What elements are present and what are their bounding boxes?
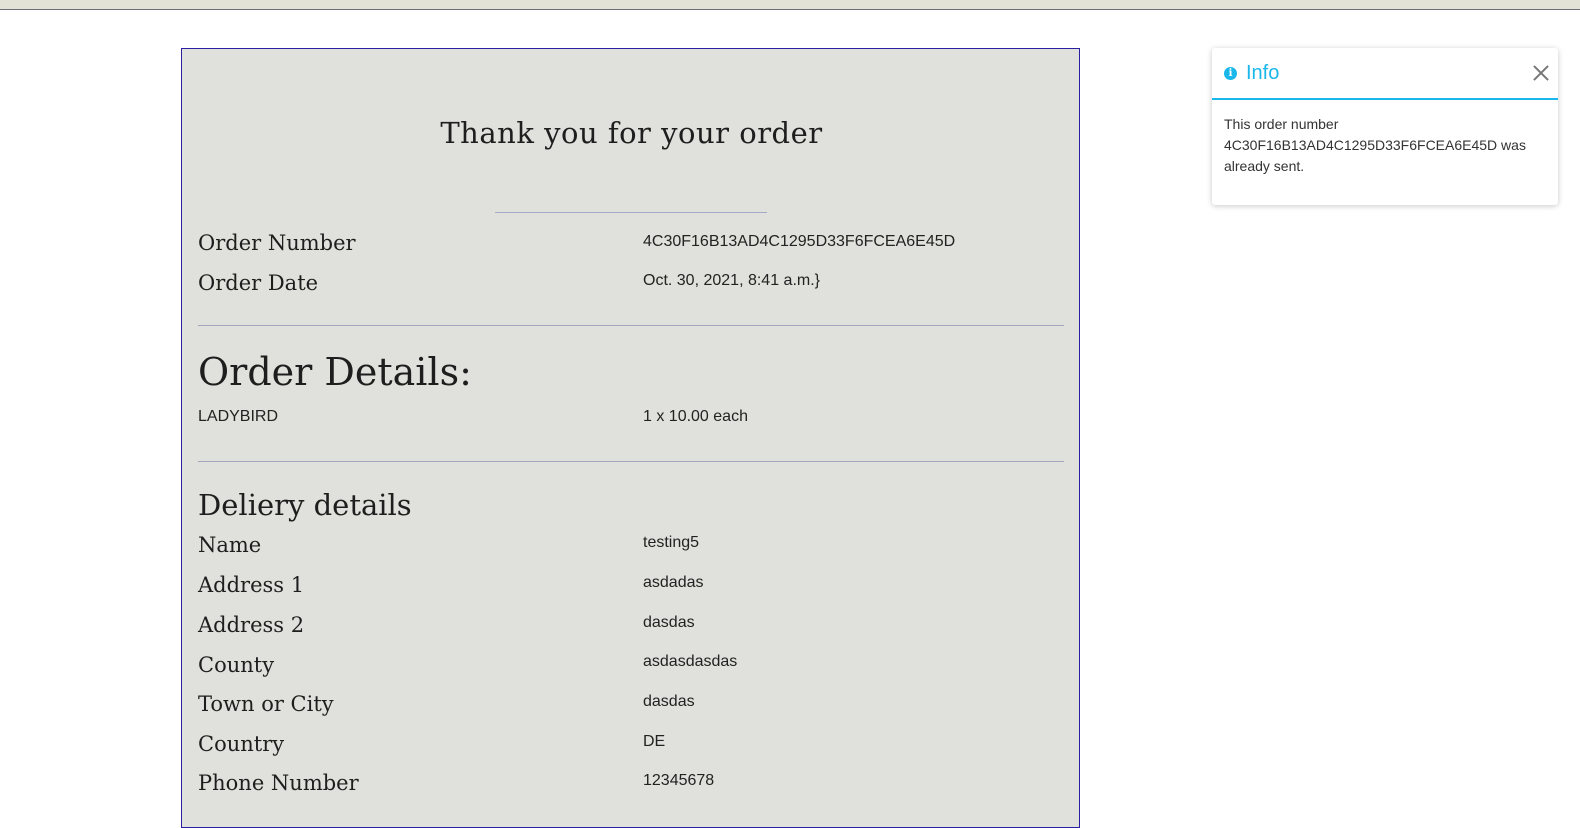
order-number-label: Order Number (198, 231, 356, 255)
order-number-value: 4C30F16B13AD4C1295D33F6FCEA6E45D (643, 233, 956, 250)
toast-header: i Info (1212, 48, 1558, 100)
section-divider (198, 325, 1064, 326)
info-toast: i Info This order number 4C30F16B13AD4C1… (1212, 48, 1558, 205)
delivery-address2-value: dasdas (643, 614, 695, 631)
section-divider (198, 461, 1064, 462)
delivery-address1-value: asdadas (643, 574, 704, 591)
delivery-town-value: dasdas (643, 693, 695, 710)
delivery-country-value: DE (643, 733, 666, 750)
delivery-address1-label: Address 1 (198, 573, 305, 597)
delivery-county-value: asdasdasdas (643, 653, 738, 670)
delivery-details-heading: Deliery details (198, 488, 412, 522)
item-quantity: 1 x 10.00 each (643, 408, 748, 425)
toast-title: Info (1246, 62, 1280, 84)
delivery-country-label: Country (198, 732, 285, 756)
close-icon[interactable] (1530, 62, 1552, 84)
order-confirmation-card: Thank you for your order Order Number 4C… (181, 48, 1080, 828)
item-name: LADYBIRD (198, 408, 279, 425)
delivery-phone-value: 12345678 (643, 772, 715, 789)
order-date-label: Order Date (198, 271, 319, 295)
toast-message: This order number 4C30F16B13AD4C1295D33F… (1224, 116, 1526, 174)
title-divider (495, 212, 767, 213)
delivery-town-label: Town or City (198, 692, 334, 716)
info-icon: i (1224, 67, 1237, 80)
order-details-heading: Order Details: (198, 350, 472, 394)
page-title: Thank you for your order (440, 116, 823, 150)
browser-top-strip (0, 0, 1580, 10)
delivery-phone-label: Phone Number (198, 771, 359, 795)
delivery-name-value: testing5 (643, 534, 700, 551)
delivery-name-label: Name (198, 533, 262, 557)
order-date-value: Oct. 30, 2021, 8:41 a.m.} (643, 272, 820, 289)
delivery-county-label: County (198, 653, 275, 677)
delivery-address2-label: Address 2 (198, 613, 305, 637)
